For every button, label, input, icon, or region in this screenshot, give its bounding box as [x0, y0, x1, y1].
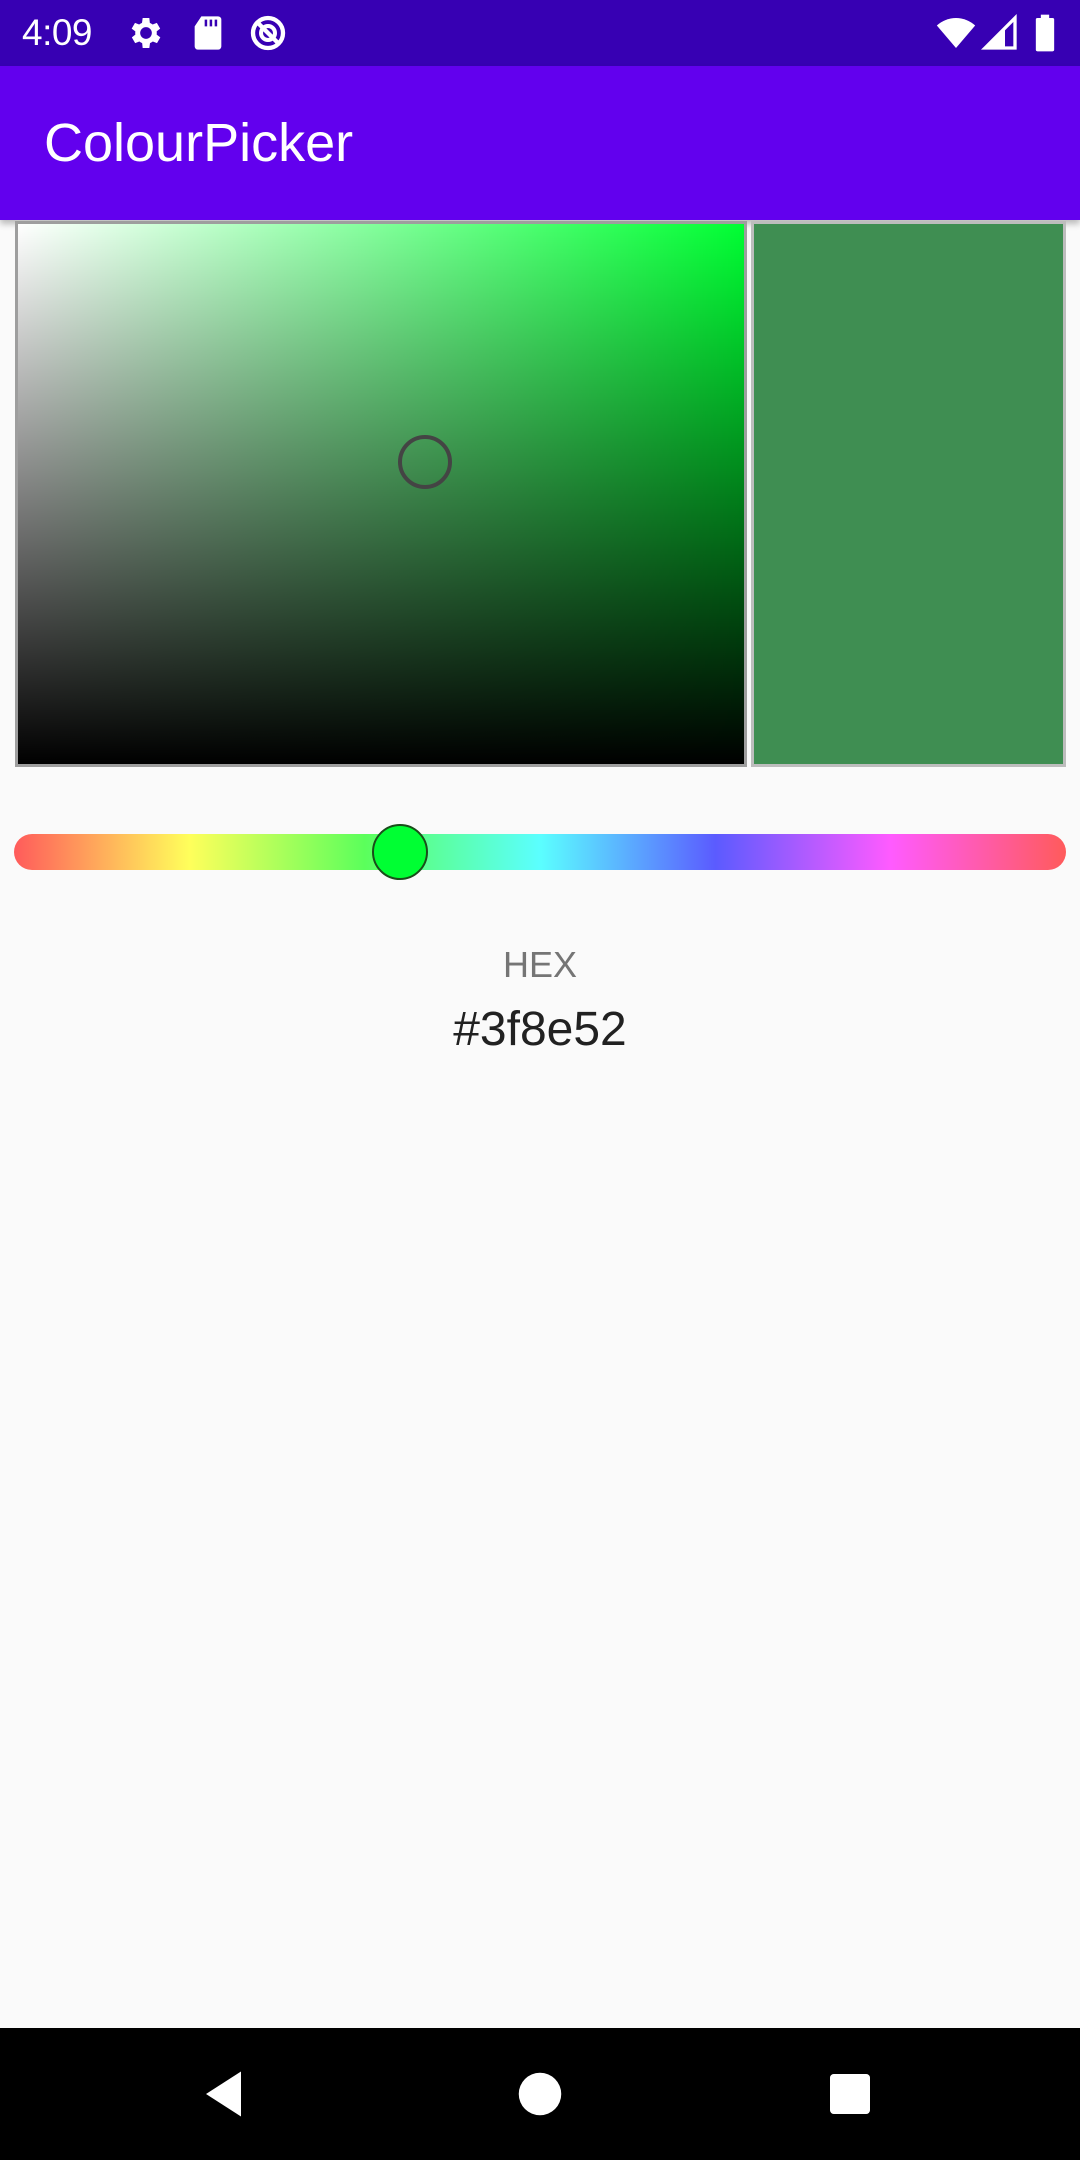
back-icon[interactable] — [196, 2064, 256, 2124]
hue-slider[interactable] — [14, 834, 1066, 870]
status-time: 4:09 — [22, 12, 93, 53]
wifi-icon — [936, 18, 976, 48]
hue-slider-thumb[interactable] — [372, 824, 429, 880]
hex-value: #3f8e52 — [453, 1003, 627, 1056]
app-title: ColourPicker — [44, 113, 354, 173]
saturation-value-cursor[interactable] — [397, 434, 452, 489]
sd-card-icon — [194, 16, 222, 50]
hex-label: HEX — [502, 944, 578, 985]
home-icon[interactable] — [510, 2064, 570, 2124]
saturation-value-picker[interactable] — [15, 221, 747, 767]
navigation-bar — [0, 2028, 1080, 2160]
recents-icon[interactable] — [820, 2064, 880, 2124]
status-bar: 4:09 — [0, 0, 1080, 66]
gear-icon — [131, 18, 161, 48]
cell-signal-icon — [980, 13, 1017, 50]
no-entry-circle-icon — [250, 15, 286, 51]
battery-icon — [1035, 14, 1055, 52]
app-bar: ColourPicker — [0, 66, 1080, 220]
selected-color-preview — [751, 221, 1066, 767]
